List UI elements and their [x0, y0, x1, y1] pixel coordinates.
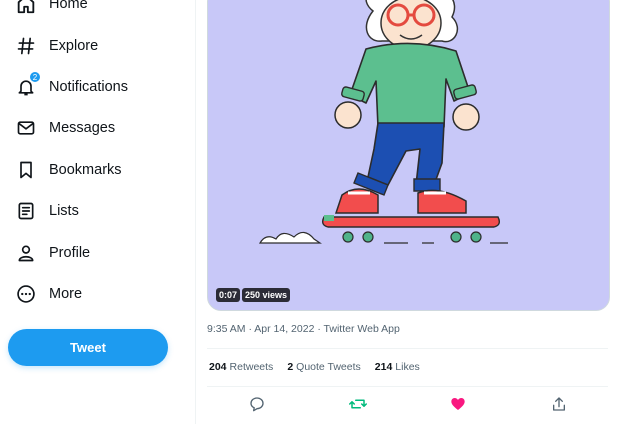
- likes-stat[interactable]: 214 Likes: [375, 361, 420, 373]
- quotes-count: 2: [287, 361, 294, 373]
- nav-messages[interactable]: Messages: [14, 114, 115, 142]
- home-icon: [14, 0, 38, 16]
- nav-more-label: More: [49, 286, 83, 302]
- likes-count: 214: [374, 361, 393, 373]
- video-views: 250 views: [242, 288, 291, 302]
- video-overlay: 0:07 250 views: [216, 288, 291, 302]
- list-icon: [14, 199, 38, 223]
- divider: [207, 348, 608, 349]
- nav-bookmarks-label: Bookmarks: [49, 162, 122, 178]
- share-icon[interactable]: [548, 393, 570, 415]
- nav-profile-label: Profile: [49, 245, 91, 261]
- nav-notifications-label: Notifications: [49, 79, 128, 95]
- hashtag-icon: [14, 34, 38, 58]
- likes-label: Likes: [395, 361, 420, 373]
- nav-explore[interactable]: Explore: [14, 32, 98, 60]
- like-icon[interactable]: [447, 393, 469, 415]
- nav-lists-label: Lists: [49, 203, 79, 219]
- quotes-label: Quote Tweets: [296, 361, 361, 373]
- nav-home-label: Home: [49, 0, 88, 12]
- person-icon: [14, 241, 38, 265]
- nav-messages-label: Messages: [49, 120, 116, 136]
- quotes-stat[interactable]: 2 Quote Tweets: [287, 361, 360, 373]
- divider: [207, 386, 608, 387]
- notification-badge: 2: [29, 71, 41, 83]
- nav-home[interactable]: Home: [14, 0, 88, 18]
- tweet-timestamp[interactable]: 9:35 AM · Apr 14, 2022 · Twitter Web App: [207, 323, 400, 335]
- tweet-stats: 204 Retweets 2 Quote Tweets 214 Likes: [209, 361, 420, 373]
- envelope-icon: [14, 116, 38, 140]
- retweet-icon[interactable]: [347, 393, 369, 415]
- more-circle-icon: [14, 282, 38, 306]
- skateboarder-illustration: [258, 0, 508, 244]
- nav-bookmarks[interactable]: Bookmarks: [14, 156, 122, 184]
- retweets-label: Retweets: [229, 361, 274, 373]
- bookmark-icon: [14, 158, 38, 182]
- column-divider: [195, 0, 196, 424]
- nav-profile[interactable]: Profile: [14, 239, 90, 267]
- nav-explore-label: Explore: [49, 38, 99, 54]
- video-duration: 0:07: [216, 288, 241, 302]
- sidebar: Home Explore 2 Notifications Messages Bo…: [0, 0, 196, 424]
- tweet-actions: [207, 393, 608, 415]
- retweets-count: 204: [209, 361, 227, 373]
- tweet-button[interactable]: Tweet: [8, 329, 168, 366]
- retweets-stat[interactable]: 204 Retweets: [209, 361, 273, 373]
- nav-more[interactable]: More: [14, 280, 82, 308]
- nav-lists[interactable]: Lists: [14, 197, 79, 225]
- bell-icon: 2: [14, 71, 41, 99]
- reply-icon[interactable]: [246, 393, 268, 415]
- video-player[interactable]: [207, 0, 610, 311]
- nav-notifications[interactable]: 2 Notifications: [14, 71, 128, 101]
